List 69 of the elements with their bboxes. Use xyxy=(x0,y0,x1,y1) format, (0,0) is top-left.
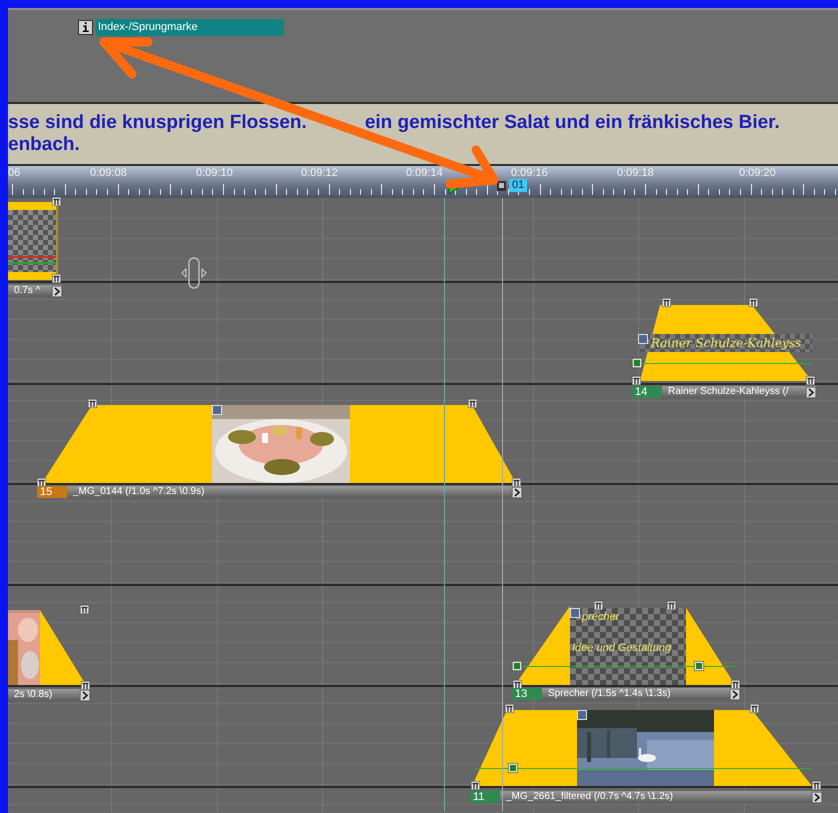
chevron-icon[interactable] xyxy=(512,486,522,498)
clip-number: 14 xyxy=(632,386,662,398)
keyframe-square-icon[interactable] xyxy=(638,334,648,344)
handle-icon[interactable] xyxy=(52,274,61,283)
clip-label: Rainer Schulze-Kahleyss (/ xyxy=(667,386,790,398)
clip-fade-shape[interactable] xyxy=(714,710,812,786)
ruler-time-label: 0:09:12 xyxy=(301,168,338,179)
clip-number: 15 xyxy=(37,486,67,498)
handle-icon[interactable] xyxy=(749,298,758,307)
caption-text: enbach. xyxy=(8,134,80,156)
caption-text: sse sind die knusprigen Flossen. xyxy=(8,112,307,134)
ruler-time-label: 0:09:10 xyxy=(196,168,233,179)
time-ruler[interactable]: 06 0:09:08 0:09:10 0:09:12 0:09:14 0:09:16 0:09:18 0:09:20 01 xyxy=(8,166,838,198)
ruler-time-label: 06 xyxy=(8,168,20,179)
clip-label-bar[interactable]: 15 _MG_0144 (/1.0s ^7.2s \0.9s) xyxy=(37,486,522,498)
index-number-badge[interactable]: 01 xyxy=(509,179,528,192)
clip-label-bar[interactable]: 14 Rainer Schulze-Kahleyss (/ xyxy=(632,386,816,398)
index-marker-label[interactable]: Index-/Sprungmarke xyxy=(96,19,284,36)
keyframe-icon[interactable] xyxy=(512,661,522,671)
handle-icon[interactable] xyxy=(505,704,514,713)
flag-icon xyxy=(497,181,506,191)
ruler-time-label: 0:09:08 xyxy=(90,168,127,179)
title-text: Rainer Schulze-Kahleyss xyxy=(650,337,802,349)
clip-label-bar[interactable]: 13 Sprecher (/1.5s ^1.4s \1.3s) xyxy=(512,688,740,700)
ruler-time-label: 0:09:20 xyxy=(739,168,776,179)
handle-icon[interactable] xyxy=(88,399,97,408)
clip-label-bar[interactable]: 11 _MG_2661_filtered (/0.7s ^4.7s \1.2s) xyxy=(470,791,822,803)
index-marker-icon[interactable]: i xyxy=(78,20,93,35)
chevron-icon[interactable] xyxy=(52,286,62,296)
title-text: Idee und Gestaltung xyxy=(572,643,672,654)
keyframe-square-icon[interactable] xyxy=(570,608,580,618)
ruler-time-label: 0:09:14 xyxy=(406,168,443,179)
chevron-icon[interactable] xyxy=(730,688,740,700)
handle-icon[interactable] xyxy=(80,605,89,614)
keyframe-square-icon[interactable] xyxy=(577,710,587,720)
handle-icon[interactable] xyxy=(594,601,603,610)
move-cursor-icon xyxy=(180,256,208,290)
handle-icon[interactable] xyxy=(662,298,671,307)
ruler-time-label: 0:09:16 xyxy=(511,168,548,179)
handle-icon[interactable] xyxy=(806,376,815,385)
clip-label: 2s \0.8s) xyxy=(13,689,54,701)
keyframe-square-icon[interactable] xyxy=(212,405,222,415)
handle-icon[interactable] xyxy=(471,781,480,790)
clip-label: Sprecher (/1.5s ^1.4s \1.3s) xyxy=(547,688,672,700)
keyframe-icon[interactable] xyxy=(694,661,704,671)
ruler-time-label: 0:09:18 xyxy=(617,168,654,179)
keyframe-icon[interactable] xyxy=(508,763,518,773)
clip-label: _MG_2661_filtered (/0.7s ^4.7s \1.2s) xyxy=(504,791,674,803)
chevron-icon[interactable] xyxy=(806,386,816,398)
clip-number: 11 xyxy=(470,791,500,803)
handle-icon[interactable] xyxy=(750,704,759,713)
clip-label: 0.7s ^ xyxy=(13,285,42,297)
keyframe-icon[interactable] xyxy=(632,358,642,368)
handle-icon[interactable] xyxy=(52,197,61,206)
caption-text: ein gemischter Salat und ein fränkisches Bier. xyxy=(364,112,780,134)
clip-label: _MG_0144 (/1.0s ^7.2s \0.9s) xyxy=(72,486,206,498)
clip-number: 13 xyxy=(512,688,542,700)
handle-icon[interactable] xyxy=(468,399,477,408)
handle-icon[interactable] xyxy=(667,601,676,610)
clip-label-bar[interactable]: 0.7s ^ xyxy=(8,285,62,297)
handle-icon[interactable] xyxy=(632,376,641,385)
title-text: precher xyxy=(582,612,620,623)
clip-label-bar[interactable]: 2s \0.8s) xyxy=(8,689,90,701)
clip-fade-shape[interactable] xyxy=(350,405,516,483)
chevron-icon[interactable] xyxy=(80,690,90,700)
clip-fade-shape[interactable] xyxy=(472,710,577,786)
chevron-icon[interactable] xyxy=(812,792,822,802)
clip-fade-shape[interactable] xyxy=(40,610,86,685)
handle-icon[interactable] xyxy=(812,781,821,790)
